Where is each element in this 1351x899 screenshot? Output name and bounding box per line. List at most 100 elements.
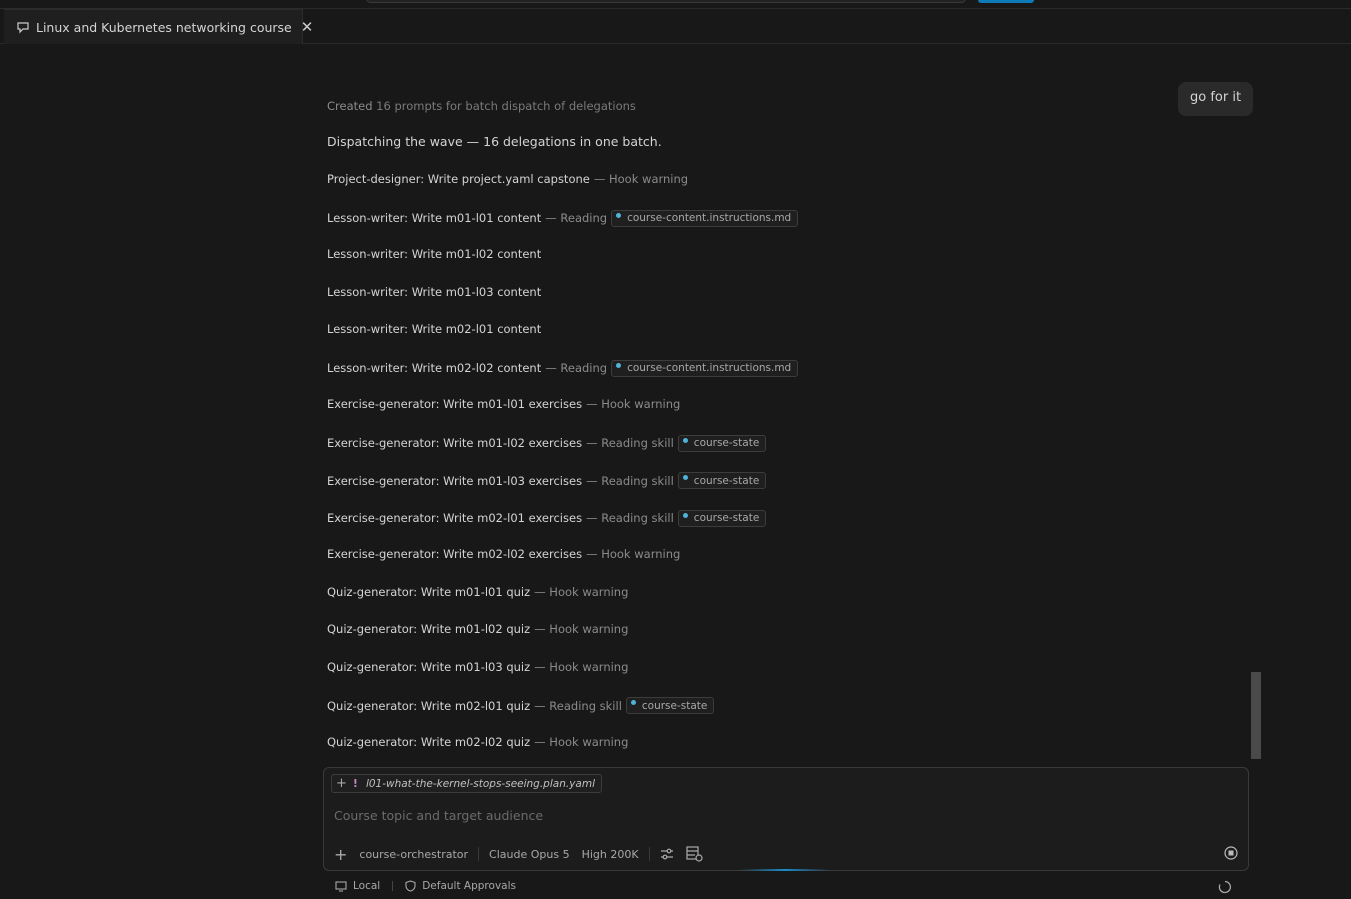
delegation-task: Project-designer: Write project.yaml cap… bbox=[327, 172, 590, 186]
delegation-task: Quiz-generator: Write m01-l03 quiz bbox=[327, 659, 531, 674]
accent-button[interactable] bbox=[978, 0, 1034, 3]
monitor-icon bbox=[335, 880, 347, 892]
reference-chip[interactable]: course-state bbox=[677, 472, 767, 489]
reference-chip-label: course-content.instructions.md bbox=[627, 212, 792, 224]
delegation-task: Exercise-generator: Write m01-l03 exerci… bbox=[327, 473, 583, 488]
delegation-row[interactable]: Quiz-generator: Write m01-l02 quiz — Hook… bbox=[327, 622, 628, 636]
scrollbar-thumb[interactable] bbox=[1251, 672, 1261, 759]
delegation-row[interactable]: Quiz-generator: Write m02-l01 quiz — Read… bbox=[327, 697, 715, 714]
delegation-row[interactable]: Exercise-generator: Write m02-l02 exerci… bbox=[327, 547, 680, 561]
delegation-row[interactable]: Lesson-writer: Write m01-l02 content bbox=[327, 247, 545, 261]
reference-chip-label: course-state bbox=[693, 437, 760, 449]
file-dot-icon bbox=[616, 362, 622, 368]
delegation-status: — Hook warning bbox=[534, 659, 629, 674]
delegation-status: — Reading skill bbox=[586, 473, 674, 488]
delegation-status: — Reading bbox=[545, 361, 608, 375]
file-dot-icon bbox=[682, 512, 688, 518]
reference-chip-label: course-state bbox=[693, 512, 760, 524]
delegation-task: Exercise-generator: Write m02-l01 exerci… bbox=[327, 511, 583, 525]
location-label: Local bbox=[353, 880, 381, 892]
delegation-row[interactable]: Exercise-generator: Write m01-l03 exerci… bbox=[327, 472, 767, 489]
add-icon[interactable]: + bbox=[334, 845, 347, 864]
delegation-task: Lesson-writer: Write m01-l01 content bbox=[327, 211, 542, 225]
close-icon[interactable]: ✕ bbox=[301, 19, 314, 35]
delegation-task: Lesson-writer: Write m01-l02 content bbox=[327, 247, 542, 261]
delegation-row[interactable]: Exercise-generator: Write m01-l01 exerci… bbox=[327, 397, 680, 411]
delegation-status: — Reading skill bbox=[534, 698, 622, 713]
chat-input[interactable]: Course topic and target audience bbox=[334, 808, 543, 823]
delegation-task: Quiz-generator: Write m02-l01 quiz bbox=[327, 698, 531, 713]
stop-icon[interactable] bbox=[1224, 846, 1238, 863]
delegation-row[interactable]: Exercise-generator: Write m01-l02 exerci… bbox=[327, 434, 767, 452]
tools-icon[interactable] bbox=[685, 846, 704, 862]
tab-chat-session[interactable]: Linux and Kubernetes networking course ✕ bbox=[4, 9, 313, 44]
delegation-status: — Hook warning bbox=[534, 584, 629, 599]
delegation-status: — Hook warning bbox=[534, 622, 629, 636]
file-dot-icon bbox=[682, 437, 688, 443]
yaml-file-icon: ! bbox=[352, 777, 358, 790]
delegation-task: Lesson-writer: Write m02-l02 content bbox=[327, 361, 542, 375]
delegation-status: — Hook warning bbox=[534, 734, 629, 749]
effort-picker[interactable]: High 200K bbox=[582, 848, 639, 861]
delegation-row[interactable]: Lesson-writer: Write m01-l03 content bbox=[327, 285, 545, 299]
settings-sliders-icon[interactable] bbox=[660, 848, 674, 860]
delegation-status: — Hook warning bbox=[593, 172, 689, 186]
file-dot-icon bbox=[682, 475, 688, 480]
delegation-task: Quiz-generator: Write m01-l02 quiz bbox=[327, 622, 531, 636]
reference-chip[interactable]: course-state bbox=[677, 434, 767, 452]
reference-chip-label: course-content.instructions.md bbox=[627, 362, 792, 374]
model-picker[interactable]: Claude Opus 5 bbox=[489, 848, 570, 861]
delegation-status: — Hook warning bbox=[586, 397, 681, 411]
approvals-picker[interactable]: Default Approvals bbox=[405, 880, 516, 892]
reference-chip[interactable]: course-state bbox=[625, 697, 715, 714]
delegation-row[interactable]: Lesson-writer: Write m01-l01 content — Re… bbox=[327, 209, 799, 227]
reference-chip[interactable]: course-content.instructions.md bbox=[611, 209, 799, 227]
delegation-row[interactable]: Quiz-generator: Write m01-l01 quiz — Hook… bbox=[327, 585, 628, 599]
chat-status-bar: Local Default Approvals bbox=[335, 878, 516, 894]
progress-glow bbox=[740, 869, 830, 871]
delegation-row[interactable]: Exercise-generator: Write m02-l01 exerci… bbox=[327, 509, 767, 527]
delegation-task: Exercise-generator: Write m02-l02 exerci… bbox=[327, 547, 583, 561]
delegation-row[interactable]: Lesson-writer: Write m02-l02 content — Re… bbox=[327, 359, 799, 377]
chat-icon bbox=[16, 19, 30, 35]
divider bbox=[478, 847, 480, 861]
delegation-status: — Reading skill bbox=[586, 436, 674, 450]
assistant-text: Dispatching the wave — 16 delegations in… bbox=[327, 134, 662, 149]
delegation-row[interactable]: Quiz-generator: Write m01-l03 quiz — Hook… bbox=[327, 660, 628, 674]
delegation-task: Lesson-writer: Write m01-l03 content bbox=[327, 284, 542, 299]
delegation-row[interactable]: Lesson-writer: Write m02-l01 content bbox=[327, 322, 545, 336]
editor-tab-bar: Linux and Kubernetes networking course ✕ bbox=[0, 9, 1351, 44]
divider bbox=[648, 847, 650, 861]
location-picker[interactable]: Local bbox=[335, 880, 380, 892]
approvals-label: Default Approvals bbox=[422, 880, 516, 892]
user-message-bubble: go for it bbox=[1178, 82, 1254, 116]
tool-status-line: Created 16 prompts for batch dispatch of… bbox=[327, 99, 636, 113]
loading-spinner-icon bbox=[1218, 879, 1232, 898]
tab-title: Linux and Kubernetes networking course bbox=[36, 19, 292, 35]
reference-chip[interactable]: course-content.instructions.md bbox=[611, 359, 799, 377]
reference-chip[interactable]: course-state bbox=[677, 509, 767, 527]
delegation-status: — Hook warning bbox=[586, 547, 681, 561]
attachment-filename: l01-what-the-kernel-stops-seeing.plan.ya… bbox=[365, 777, 595, 790]
agent-picker[interactable]: course-orchestrator bbox=[359, 848, 468, 861]
delegation-task: Quiz-generator: Write m02-l02 quiz bbox=[327, 734, 531, 749]
delegation-row[interactable]: Quiz-generator: Write m02-l02 quiz — Hook… bbox=[327, 735, 628, 749]
status-detail: 16 prompts for batch dispatch of delegat… bbox=[376, 99, 636, 113]
title-bar bbox=[0, 0, 1351, 9]
divider bbox=[392, 881, 394, 891]
delegation-status: — Reading bbox=[545, 211, 608, 225]
reference-chip-label: course-state bbox=[641, 699, 708, 712]
context-attachments: + ! l01-what-the-kernel-stops-seeing.pla… bbox=[331, 774, 602, 793]
delegation-status: — Reading skill bbox=[586, 511, 674, 525]
reference-chip-label: course-state bbox=[693, 474, 760, 487]
command-center[interactable] bbox=[366, 0, 966, 3]
attachment-chip[interactable]: + ! l01-what-the-kernel-stops-seeing.pla… bbox=[331, 774, 602, 793]
add-context-icon[interactable]: + bbox=[336, 776, 347, 791]
delegation-task: Exercise-generator: Write m01-l02 exerci… bbox=[327, 436, 583, 450]
file-dot-icon bbox=[616, 212, 622, 218]
delegation-row[interactable]: Project-designer: Write project.yaml cap… bbox=[327, 172, 688, 186]
user-message-text: go for it bbox=[1190, 89, 1242, 105]
chat-input-box: + ! l01-what-the-kernel-stops-seeing.pla… bbox=[323, 767, 1249, 871]
file-dot-icon bbox=[630, 700, 636, 705]
delegation-task: Exercise-generator: Write m01-l01 exerci… bbox=[327, 397, 583, 411]
